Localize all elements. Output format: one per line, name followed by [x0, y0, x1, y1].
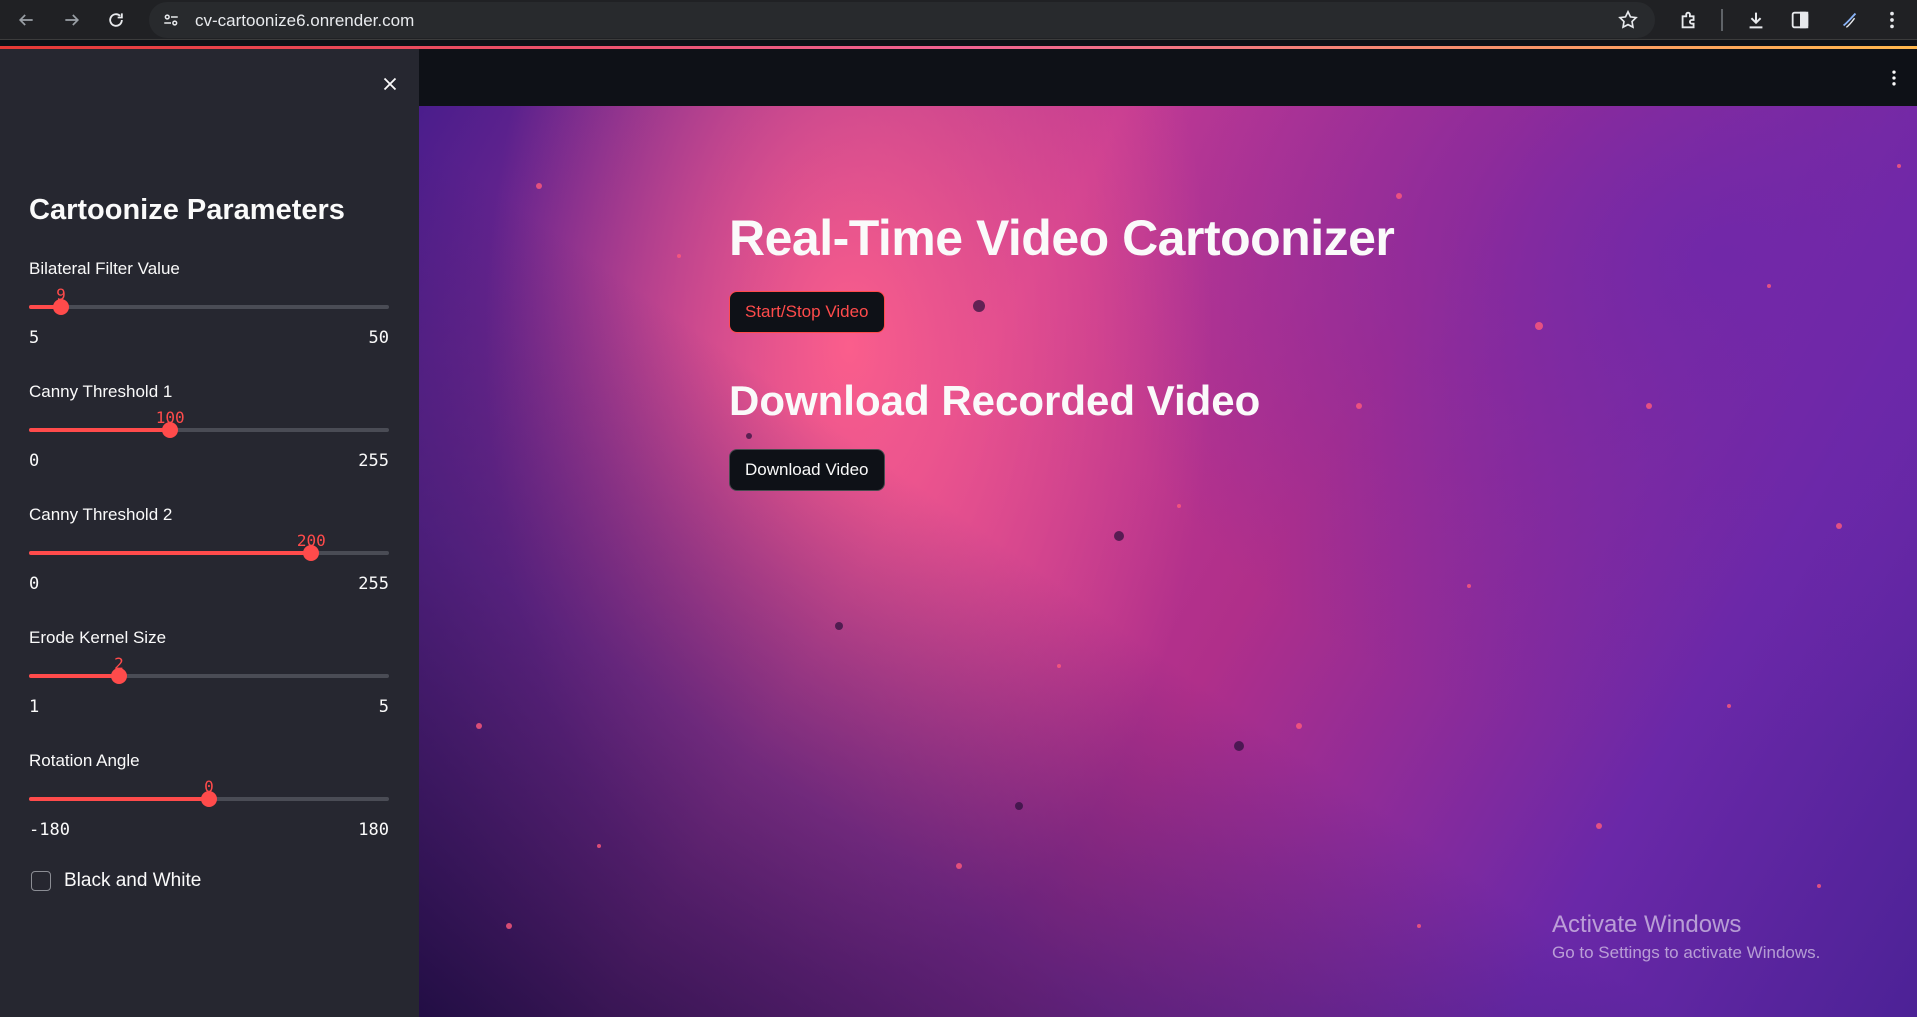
slider-min: 1 — [29, 697, 40, 717]
slider-max: 50 — [368, 328, 389, 348]
bookmark-star-icon[interactable] — [1617, 9, 1639, 31]
close-sidebar-icon[interactable] — [375, 69, 405, 99]
slider-bilateral-filter[interactable]: Bilateral Filter Value 9 5 50 — [29, 259, 389, 359]
slider-fill — [29, 674, 119, 678]
slider-canny-threshold-2[interactable]: Canny Threshold 2 200 0 255 — [29, 505, 389, 605]
slider-min: 5 — [29, 328, 40, 348]
download-section-title: Download Recorded Video — [729, 377, 1261, 424]
slider-canny-threshold-1[interactable]: Canny Threshold 1 100 0 255 — [29, 382, 389, 482]
app-header — [419, 49, 1917, 106]
forward-icon[interactable] — [58, 6, 86, 34]
slider-erode-kernel-size[interactable]: Erode Kernel Size 2 1 5 — [29, 628, 389, 728]
start-stop-video-button[interactable]: Start/Stop Video — [729, 291, 885, 333]
slider-rotation-angle[interactable]: Rotation Angle 0 -180 180 — [29, 751, 389, 851]
slider-label: Erode Kernel Size — [29, 628, 167, 647]
slider-label: Bilateral Filter Value — [29, 259, 180, 278]
streamlit-app: Cartoonize Parameters Bilateral Filter V… — [0, 49, 1917, 1017]
side-panel-icon[interactable] — [1786, 6, 1814, 34]
slider-track[interactable] — [29, 674, 389, 678]
slider-track[interactable] — [29, 551, 389, 555]
black-and-white-checkbox[interactable]: Black and White — [31, 870, 201, 892]
checkbox-label: Black and White — [64, 870, 202, 891]
slider-min: 0 — [29, 451, 40, 471]
reload-icon[interactable] — [102, 6, 130, 34]
sidebar-title: Cartoonize Parameters — [29, 194, 345, 226]
back-icon[interactable] — [12, 6, 40, 34]
watermark-subtitle: Go to Settings to activate Windows. — [1552, 943, 1821, 962]
slider-track[interactable] — [29, 428, 389, 432]
profile-avatar-icon[interactable] — [1836, 6, 1864, 34]
main-content: Real-Time Video Cartoonizer Start/Stop V… — [419, 49, 1917, 1017]
slider-label: Canny Threshold 2 — [29, 505, 173, 524]
download-video-button[interactable]: Download Video — [729, 449, 885, 491]
app-menu-icon[interactable] — [1881, 63, 1907, 93]
slider-max: 255 — [358, 451, 389, 471]
checkbox-box[interactable] — [31, 871, 51, 891]
slider-thumb[interactable] — [162, 422, 179, 438]
browser-toolbar: cv-cartoonize6.onrender.com — [0, 0, 1917, 40]
slider-max: 5 — [378, 697, 389, 717]
extensions-icon[interactable] — [1675, 6, 1703, 34]
url-text[interactable]: cv-cartoonize6.onrender.com — [195, 11, 414, 31]
slider-track[interactable] — [29, 305, 389, 309]
slider-fill — [29, 551, 312, 555]
slider-label: Canny Threshold 1 — [29, 382, 173, 401]
toolbar-divider — [1721, 9, 1723, 31]
address-bar[interactable]: cv-cartoonize6.onrender.com — [149, 2, 1655, 38]
slider-min: 0 — [29, 574, 40, 594]
slider-thumb[interactable] — [53, 299, 69, 315]
slider-thumb[interactable] — [201, 791, 217, 807]
slider-fill — [29, 428, 171, 432]
slider-max: 255 — [358, 574, 389, 594]
main-block: Real-Time Video Cartoonizer Start/Stop V… — [729, 209, 1629, 491]
sidebar: Cartoonize Parameters Bilateral Filter V… — [0, 49, 419, 1017]
slider-min: -180 — [29, 820, 70, 840]
slider-thumb[interactable] — [303, 545, 320, 561]
page-title: Real-Time Video Cartoonizer — [729, 210, 1395, 266]
slider-fill — [29, 797, 209, 801]
download-icon[interactable] — [1742, 6, 1770, 34]
slider-thumb[interactable] — [111, 668, 127, 684]
slider-label: Rotation Angle — [29, 751, 140, 770]
windows-activation-watermark: Activate Windows Go to Settings to activ… — [1552, 911, 1820, 963]
slider-max: 180 — [358, 820, 389, 840]
chrome-menu-icon[interactable] — [1878, 6, 1906, 34]
site-info-icon[interactable] — [161, 10, 181, 30]
watermark-title: Activate Windows — [1552, 911, 1742, 938]
